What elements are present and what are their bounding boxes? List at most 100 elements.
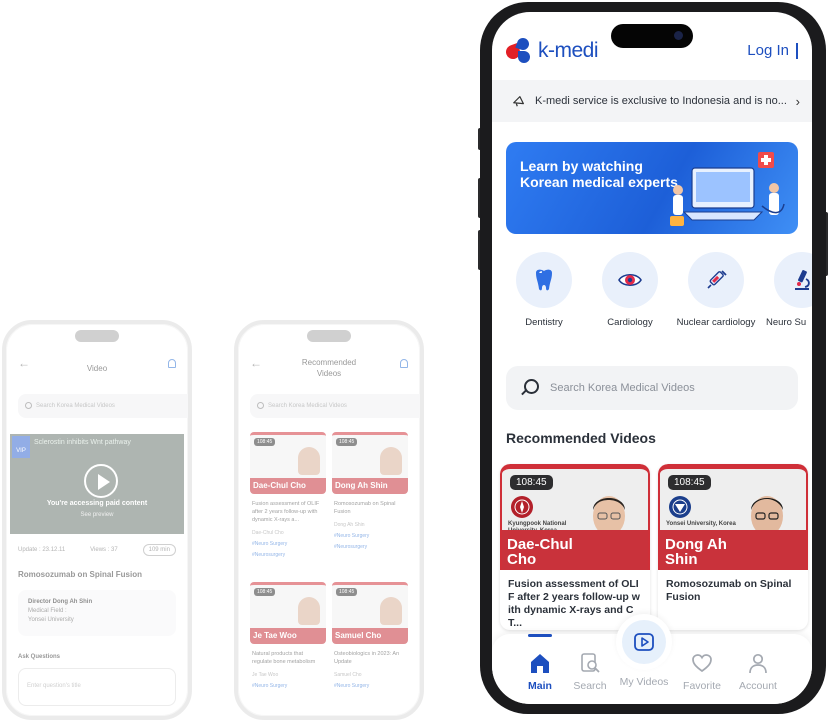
video-slide-caption: Sclerostin inhibits Wnt pathway: [34, 439, 131, 446]
category-label: Cardiology: [607, 317, 653, 328]
tab-label: Account: [739, 680, 777, 692]
login-button[interactable]: Log In: [747, 42, 798, 59]
doctor-name: Dong Ah Shin: [665, 537, 727, 567]
eye-icon: [618, 273, 642, 287]
tab-favorite[interactable]: Favorite: [670, 648, 734, 692]
views-count: Views : 37: [90, 547, 118, 553]
heart-icon: [692, 654, 712, 673]
university-emblem-icon: [669, 496, 691, 518]
category-circle: [774, 252, 812, 308]
mini-video-card[interactable]: 108:45 Je Tae Woo Natural products that …: [250, 582, 326, 716]
mini-rec-search[interactable]: Search Korea Medical Videos: [250, 394, 420, 418]
mini-video-card[interactable]: 108:45 Samuel Cho Osteobiologics in 2023…: [332, 582, 408, 716]
see-preview-link[interactable]: See preview: [10, 512, 184, 518]
stage: ← Video Search Korea Medical Videos VIP …: [0, 0, 830, 720]
duration-badge: 108:45: [336, 588, 358, 596]
mini-card-tag[interactable]: #Neuro Surgery: [250, 536, 326, 547]
mini-card-author: Je Tae Woo: [252, 672, 279, 678]
search-bar[interactable]: Search Korea Medical Videos: [506, 366, 798, 410]
doctor-name-band: Samuel Cho: [332, 628, 408, 644]
mini-video-card[interactable]: 108:45 Dae-Chul Cho Fusion assessment of…: [250, 432, 326, 572]
megaphone-icon: [513, 96, 524, 107]
bell-icon[interactable]: [400, 359, 408, 368]
doctor-name-line: Shin: [665, 551, 698, 568]
search-placeholder: Search Korea Medical Videos: [550, 382, 695, 394]
doctor-name-band: Dae-Chul Cho: [250, 478, 326, 494]
category-label: Dentistry: [525, 317, 563, 328]
doctor-name: Dae-Chul Cho: [507, 537, 573, 567]
category-dentistry[interactable]: Dentistry: [504, 252, 584, 329]
tab-label: Favorite: [683, 680, 721, 692]
mini-card-tag[interactable]: #Neuro Surgery: [332, 678, 408, 689]
category-cardiology[interactable]: Cardiology: [590, 252, 670, 329]
k-medi-logo[interactable]: k-medi: [504, 36, 599, 64]
question-title-input[interactable]: Enter question's title: [18, 668, 176, 706]
doctor-photo: [380, 447, 402, 475]
duration-badge: 108:45: [668, 475, 711, 490]
ask-questions-heading: Ask Questions: [18, 654, 61, 660]
mini-notch: [75, 330, 119, 342]
back-arrow-icon[interactable]: ←: [250, 357, 262, 369]
mini-phone-recommended: ← Recommended Videos Search Korea Medica…: [234, 320, 424, 720]
mini-video-thumbnail: 108:45 Je Tae Woo: [250, 582, 326, 644]
video-player[interactable]: VIP Sclerostin inhibits Wnt pathway You'…: [10, 434, 184, 534]
category-nuclear-cardiology[interactable]: Nuclear cardiology: [676, 252, 756, 329]
medical-field: Medical Field :: [28, 608, 67, 614]
microscope-icon: [795, 270, 810, 290]
recommended-heading: Recommended Videos: [506, 430, 656, 446]
vip-badge: VIP: [12, 436, 30, 458]
mini-card-title: Natural products that regulate bone meta…: [252, 651, 316, 665]
director-card[interactable]: Director Dong Ah Shin Medical Field : Yo…: [18, 590, 176, 636]
notice-bar[interactable]: K-medi service is exclusive to Indonesia…: [492, 80, 812, 122]
mini-rec-title: Recommended Videos: [301, 358, 357, 378]
mini-card-tag[interactable]: #Neurosurgery: [250, 547, 326, 558]
banner-text: Learn by watching Korean medical experts: [520, 158, 678, 190]
main-phone: k-medi Log In K-medi service is exclusiv…: [478, 0, 828, 720]
mini-card-tag[interactable]: #Neuro Surgery: [332, 528, 408, 539]
mini-card-title: Romosozumab on Spinal Fusion: [334, 501, 396, 515]
tab-label: Search: [573, 680, 607, 692]
director-name: Director Dong Ah Shin: [28, 599, 93, 605]
category-neuro-surgery[interactable]: Neuro Su: [762, 252, 812, 329]
mini-card-title: Osteobiologics in 2023: An Update: [334, 651, 400, 665]
doctor-name-line: Dae-Chul: [507, 536, 573, 553]
home-icon: [531, 654, 549, 673]
tooth-icon: [536, 269, 552, 291]
back-arrow-icon[interactable]: ←: [18, 357, 30, 369]
mini-video-search[interactable]: Search Korea Medical Videos: [18, 394, 188, 418]
mini-card-author: Samuel Cho: [334, 672, 362, 678]
promo-banner[interactable]: Learn by watching Korean medical experts: [506, 142, 798, 234]
doctor-photo: [380, 597, 402, 625]
mini-video-thumbnail: 108:45 Dae-Chul Cho: [250, 432, 326, 494]
mini-video-grid: 108:45 Dae-Chul Cho Fusion assessment of…: [250, 432, 408, 716]
category-row: Dentistry Cardiology Nuclear cardiology …: [492, 252, 812, 347]
syringe-icon: [707, 270, 727, 289]
mini-card-tag[interactable]: #Neuro Surgery: [250, 678, 326, 689]
mini-phone-video: ← Video Search Korea Medical Videos VIP …: [2, 320, 192, 720]
university-name: Yonsei University: [28, 617, 74, 623]
mini-card-tag[interactable]: #Neurosurgery: [332, 539, 408, 550]
play-icon[interactable]: [84, 464, 118, 498]
duration-pill: 109 min: [142, 544, 176, 556]
login-label: Log In: [747, 42, 789, 59]
text-cursor: [796, 42, 798, 59]
bell-icon[interactable]: [168, 359, 176, 368]
bottom-tab-bar: Main Search My Videos Favorite Account: [492, 614, 812, 704]
category-label: Neuro Su: [766, 317, 807, 328]
tab-my-videos[interactable]: My Videos: [612, 676, 676, 688]
duration-badge: 108:45: [336, 438, 358, 446]
category-circle: [688, 252, 744, 308]
video-card[interactable]: 108:45 Yonsei University, Korea Dong Ah …: [658, 464, 808, 630]
search-doc-icon: [581, 653, 600, 673]
search-icon: [520, 379, 539, 397]
doctor-name-line: Cho: [507, 551, 537, 568]
person-icon: [749, 653, 767, 674]
k-medi-logo-mark: [504, 36, 532, 64]
my-videos-button[interactable]: [622, 620, 666, 664]
mini-video-thumbnail: 108:45 Dong Ah Shin: [332, 432, 408, 494]
mini-video-card[interactable]: 108:45 Dong Ah Shin Romosozumab on Spina…: [332, 432, 408, 572]
category-circle: [516, 252, 572, 308]
dynamic-island: [611, 24, 693, 48]
video-card[interactable]: 108:45 Kyungpook National University, Ko…: [500, 464, 650, 630]
tab-account[interactable]: Account: [726, 648, 790, 692]
